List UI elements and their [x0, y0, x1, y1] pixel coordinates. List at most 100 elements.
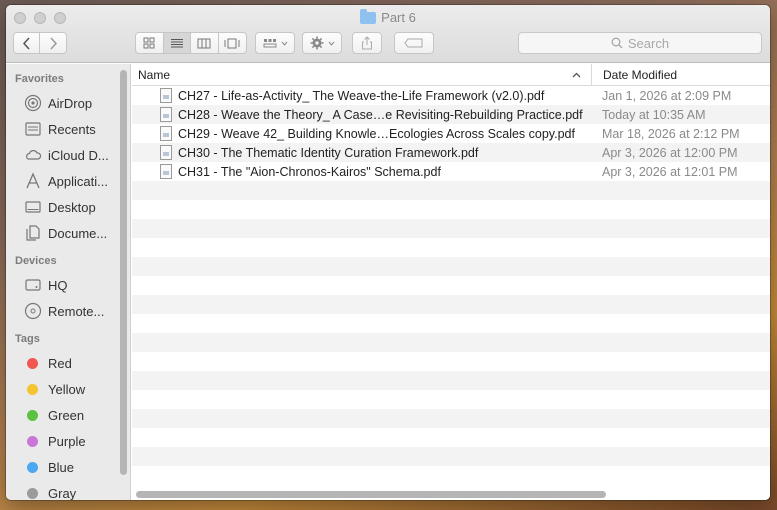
- empty-row: [132, 314, 770, 333]
- sidebar-item-applications[interactable]: Applicati...: [6, 168, 130, 194]
- sidebar-tag-green[interactable]: Green: [6, 402, 130, 428]
- applications-icon: [24, 172, 42, 190]
- sidebar-section-favorites: Favorites: [15, 73, 64, 85]
- search-placeholder: Search: [627, 35, 670, 51]
- list-view-button[interactable]: [163, 33, 191, 53]
- column-header-name-label: Name: [138, 67, 171, 82]
- empty-row: [132, 409, 770, 428]
- empty-row: [132, 447, 770, 466]
- tag-icon: [404, 38, 423, 48]
- pdf-file-icon: [160, 107, 172, 122]
- file-name: CH28 - Weave the Theory_ A Case…e Revisi…: [178, 107, 583, 122]
- pdf-file-icon: [160, 126, 172, 141]
- edit-tags-button[interactable]: [394, 32, 434, 54]
- search-input[interactable]: Search: [518, 32, 762, 54]
- table-row[interactable]: CH27 - Life-as-Activity_ The Weave-the-L…: [132, 86, 770, 105]
- pdf-file-icon: [160, 88, 172, 103]
- sidebar-item-label: Gray: [48, 485, 77, 501]
- empty-row: [132, 466, 770, 485]
- file-date: Apr 3, 2026 at 12:01 PM: [602, 164, 738, 179]
- sidebar-item-label: Green: [48, 407, 85, 423]
- file-date: Today at 10:35 AM: [602, 107, 706, 122]
- action-button[interactable]: [302, 32, 342, 54]
- sidebar-item-label: Docume...: [48, 225, 108, 241]
- empty-row: [132, 390, 770, 409]
- file-date: Jan 1, 2026 at 2:09 PM: [602, 88, 732, 103]
- file-name: CH30 - The Thematic Identity Curation Fr…: [178, 145, 479, 160]
- sidebar-item-label: Red: [48, 355, 72, 371]
- tag-dot-icon: [27, 487, 38, 499]
- file-date: Mar 18, 2026 at 2:12 PM: [602, 126, 740, 141]
- empty-row: [132, 333, 770, 352]
- horizontal-scrollbar[interactable]: [136, 491, 606, 498]
- toolbar: Part 6 Search: [6, 5, 770, 63]
- columns-icon: [197, 38, 211, 48]
- share-button[interactable]: [352, 32, 382, 54]
- tag-dot-icon: [27, 409, 38, 421]
- view-mode-control: [135, 32, 247, 54]
- file-name: CH29 - Weave 42_ Building Knowle…Ecologi…: [178, 126, 575, 141]
- folder-icon: [360, 8, 377, 24]
- sidebar-scrollbar[interactable]: [120, 70, 127, 475]
- tag-dot-icon: [27, 357, 38, 369]
- tag-dot-icon: [27, 435, 38, 447]
- sidebar-tag-gray[interactable]: Gray: [6, 480, 130, 500]
- sidebar-item-label: Remote...: [48, 303, 105, 319]
- sidebar-tag-purple[interactable]: Purple: [6, 428, 130, 454]
- table-row[interactable]: CH30 - The Thematic Identity Curation Fr…: [132, 143, 770, 162]
- column-header-date-label: Date Modified: [603, 67, 678, 82]
- recents-icon: [24, 120, 42, 138]
- window-title-text: Part 6: [381, 10, 416, 25]
- gallery-view-button[interactable]: [219, 33, 246, 53]
- search-icon: [611, 37, 623, 49]
- file-name: CH27 - Life-as-Activity_ The Weave-the-L…: [178, 88, 545, 103]
- sidebar-item-label: iCloud D...: [48, 147, 109, 163]
- sidebar-item-label: Recents: [48, 121, 96, 137]
- column-header-name[interactable]: Name: [132, 64, 592, 85]
- group-by-button[interactable]: [255, 32, 295, 54]
- empty-row: [132, 181, 770, 200]
- chevron-down-icon: [281, 41, 287, 46]
- sidebar-item-remote[interactable]: Remote...: [6, 298, 130, 324]
- airdrop-icon: [24, 94, 42, 112]
- sidebar-tag-red[interactable]: Red: [6, 350, 130, 376]
- list-icon: [170, 38, 183, 47]
- sidebar-section-tags: Tags: [15, 333, 40, 345]
- empty-row: [132, 200, 770, 219]
- gear-icon: [310, 36, 323, 50]
- desktop-icon: [24, 198, 42, 216]
- empty-row: [132, 257, 770, 276]
- empty-row: [132, 219, 770, 238]
- sidebar: Favorites AirDrop Recents iCloud D... Ap…: [6, 64, 131, 500]
- file-rows: CH27 - Life-as-Activity_ The Weave-the-L…: [132, 86, 770, 485]
- group-icon: [263, 39, 276, 48]
- disc-icon: [24, 302, 42, 320]
- column-view-button[interactable]: [191, 33, 219, 53]
- sidebar-item-documents[interactable]: Docume...: [6, 220, 130, 246]
- cloud-icon: [24, 146, 42, 164]
- table-row[interactable]: CH29 - Weave 42_ Building Knowle…Ecologi…: [132, 124, 770, 143]
- documents-icon: [24, 224, 42, 242]
- hard-drive-icon: [24, 276, 42, 294]
- share-icon: [362, 36, 372, 50]
- column-header-date[interactable]: Date Modified: [592, 68, 677, 82]
- sidebar-item-hq[interactable]: HQ: [6, 272, 130, 298]
- sidebar-item-label: Yellow: [48, 381, 86, 397]
- sidebar-item-label: AirDrop: [48, 95, 93, 111]
- sidebar-item-desktop[interactable]: Desktop: [6, 194, 130, 220]
- sidebar-item-recents[interactable]: Recents: [6, 116, 130, 142]
- finder-window: Part 6 Search Favorites AirDrop Recents …: [6, 5, 770, 500]
- chevron-right-icon: [49, 36, 57, 50]
- sidebar-tag-blue[interactable]: Blue: [6, 454, 130, 480]
- table-row[interactable]: CH31 - The "Aion-Chronos-Kairos" Schema.…: [132, 162, 770, 181]
- forward-button[interactable]: [40, 33, 66, 53]
- empty-row: [132, 295, 770, 314]
- sidebar-item-icloud[interactable]: iCloud D...: [6, 142, 130, 168]
- sidebar-tag-yellow[interactable]: Yellow: [6, 376, 130, 402]
- sidebar-item-airdrop[interactable]: AirDrop: [6, 90, 130, 116]
- empty-row: [132, 276, 770, 295]
- table-row[interactable]: CH28 - Weave the Theory_ A Case…e Revisi…: [132, 105, 770, 124]
- back-button[interactable]: [14, 33, 41, 53]
- icon-view-button[interactable]: [136, 33, 164, 53]
- pdf-file-icon: [160, 164, 172, 179]
